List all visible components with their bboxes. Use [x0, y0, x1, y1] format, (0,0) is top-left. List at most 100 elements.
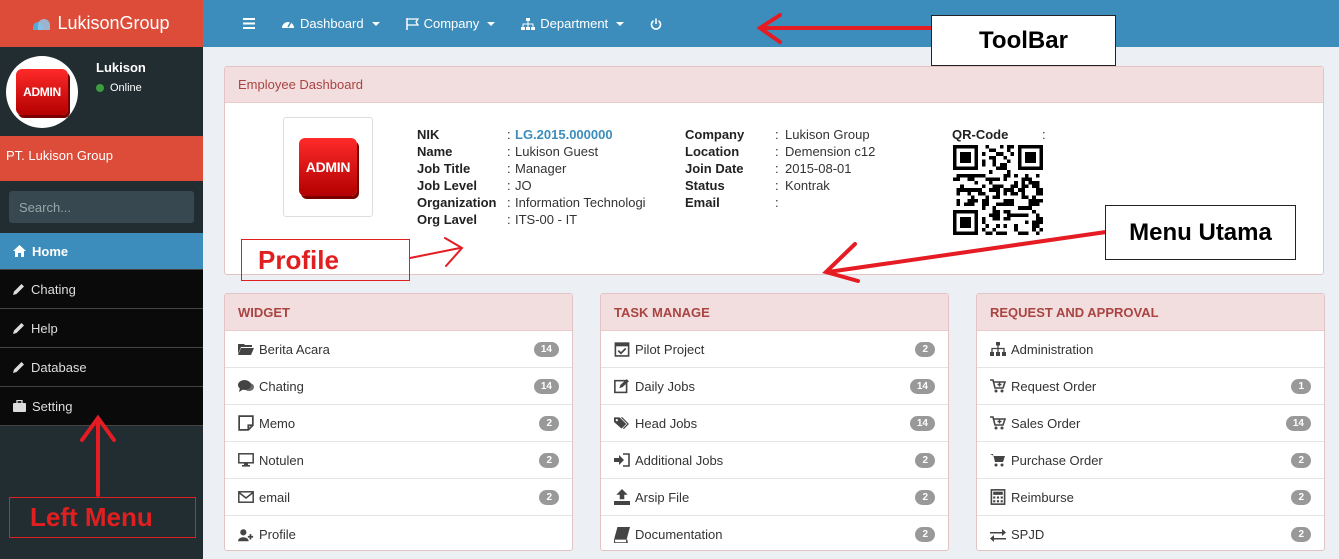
sidebar-item-chating[interactable]: Chating — [0, 270, 203, 309]
toolbar-department-dropdown[interactable]: Department — [521, 16, 625, 31]
toolbar-item-label: Company — [423, 16, 480, 31]
sidebar-item-help[interactable]: Help — [0, 309, 203, 348]
list-item-label: Chating — [259, 378, 304, 394]
count-badge: 14 — [533, 341, 559, 357]
profile-annotation: Profile — [241, 239, 410, 281]
request-item-request-order[interactable]: Request Order 1 — [977, 368, 1324, 405]
request-item-purchase-order[interactable]: Purchase Order 2 — [977, 442, 1324, 479]
count-badge: 2 — [539, 452, 559, 468]
task-item-pilot-project[interactable]: Pilot Project 2 — [601, 331, 948, 368]
field-separator: : — [1042, 127, 1046, 142]
request-item-reimburse[interactable]: Reimburse 2 — [977, 479, 1324, 516]
field-value: Manager — [515, 161, 567, 176]
power-button[interactable] — [650, 18, 662, 30]
desktop-icon — [238, 453, 254, 467]
widget-item-email[interactable]: email 2 — [225, 479, 572, 516]
toolbar-item-label: Department — [540, 16, 609, 31]
edit-icon — [614, 379, 629, 394]
count-badge: 2 — [915, 527, 935, 542]
user-status: Online — [96, 82, 146, 94]
panel-title: Employee Dashboard — [225, 67, 1323, 103]
list-item-label: SPJD — [1011, 527, 1045, 542]
user-panel: ADMIN Lukison Online — [0, 47, 203, 136]
sitemap-icon — [990, 342, 1006, 356]
task-item-additional-jobs[interactable]: Additional Jobs 2 — [601, 442, 948, 479]
user-status-text: Online — [110, 82, 142, 94]
panel-title: TASK MANAGE — [601, 294, 948, 331]
tags-icon — [614, 416, 629, 430]
field-value — [785, 195, 875, 210]
sidebar-item-home[interactable]: Home — [0, 233, 203, 270]
dashboard-icon — [282, 21, 294, 28]
exchange-icon — [990, 528, 1006, 542]
task-item-head-jobs[interactable]: Head Jobs 14 — [601, 405, 948, 442]
user-plus-icon — [238, 528, 254, 541]
list-item-label: Purchase Order — [1011, 452, 1103, 468]
qr-code-label: QR-Code — [952, 127, 1009, 142]
widget-item-chating[interactable]: Chating 14 — [225, 368, 572, 405]
field-value: ITS-00 - IT — [515, 212, 578, 227]
online-dot-icon — [96, 84, 104, 92]
field-value: Demension c12 — [785, 144, 876, 159]
request-item-spjd[interactable]: SPJD 2 — [977, 516, 1324, 553]
left-menu-annotation: Left Menu — [9, 497, 196, 538]
upload-icon — [614, 489, 630, 505]
sidebar-item-database[interactable]: Database — [0, 348, 203, 387]
sidebar-item-label: Home — [32, 243, 69, 259]
widget-item-profile[interactable]: Profile — [225, 516, 572, 553]
count-badge: 2 — [915, 452, 935, 468]
count-badge: 14 — [909, 415, 935, 431]
widget-item-memo[interactable]: Memo 2 — [225, 405, 572, 442]
brand-name: LukisonGroup — [57, 13, 170, 33]
list-item-label: Reimburse — [1011, 489, 1074, 505]
field-label: Email — [685, 195, 720, 210]
sidebar-search — [9, 191, 195, 223]
count-badge: 2 — [1291, 527, 1311, 542]
field-label: Job Level — [417, 178, 477, 193]
field-value: Lukison Guest — [515, 144, 599, 159]
sidebar-item-setting[interactable]: Setting — [0, 387, 203, 426]
field-label: Job Title — [417, 161, 471, 176]
toolbar-dashboard-dropdown[interactable]: Dashboard — [281, 16, 380, 31]
sign-in-icon — [614, 453, 630, 467]
list-item-label: email — [259, 489, 291, 505]
list-item-label: Administration — [1011, 341, 1094, 357]
count-badge: 2 — [915, 489, 935, 505]
menu-bars-icon — [243, 18, 255, 29]
field-label: Org Lavel — [417, 212, 477, 227]
cart-plus-icon — [990, 379, 1006, 393]
toolbar-annotation: ToolBar — [931, 15, 1116, 66]
avatar: ADMIN — [6, 56, 78, 128]
task-item-daily-jobs[interactable]: Daily Jobs 14 — [601, 368, 948, 405]
admin-avatar-badge: ADMIN — [16, 69, 68, 115]
list-item-label: Sales Order — [1011, 415, 1081, 431]
task-item-documentation[interactable]: Documentation 2 — [601, 516, 948, 553]
sidebar-toggle-button[interactable] — [243, 18, 255, 29]
widget-item-notulen[interactable]: Notulen 2 — [225, 442, 572, 479]
field-separator: : — [507, 195, 511, 210]
request-approval-panel: REQUEST AND APPROVAL Administration Requ… — [976, 293, 1325, 551]
top-toolbar: Dashboard Company Department — [203, 0, 1339, 47]
count-badge: 1 — [1291, 378, 1311, 394]
search-input[interactable] — [19, 199, 195, 215]
field-separator: : — [507, 144, 511, 159]
brand-logo[interactable]: LukisonGroup — [0, 0, 203, 47]
list-item-label: Additional Jobs — [635, 452, 724, 468]
field-label: Status — [685, 178, 725, 193]
list-item-label: Documentation — [635, 527, 723, 542]
sticky-note-icon — [238, 415, 254, 431]
request-item-administration[interactable]: Administration — [977, 331, 1324, 368]
list-item-label: Daily Jobs — [635, 378, 695, 394]
field-separator: : — [507, 161, 511, 176]
company-name: PT. Lukison Group — [0, 136, 203, 181]
field-value: 2015-08-01 — [785, 161, 852, 176]
field-value: Information Technologi — [515, 195, 646, 210]
request-item-sales-order[interactable]: Sales Order 14 — [977, 405, 1324, 442]
toolbar-company-dropdown[interactable]: Company — [405, 16, 496, 31]
list-item-label: Head Jobs — [635, 415, 698, 431]
field-separator: : — [507, 178, 511, 193]
qr-code-label-row: QR-Code : — [952, 127, 1052, 142]
folder-open-icon — [238, 344, 254, 355]
task-item-arsip-file[interactable]: Arsip File 2 — [601, 479, 948, 516]
widget-item-berita-acara[interactable]: Berita Acara 14 — [225, 331, 572, 368]
